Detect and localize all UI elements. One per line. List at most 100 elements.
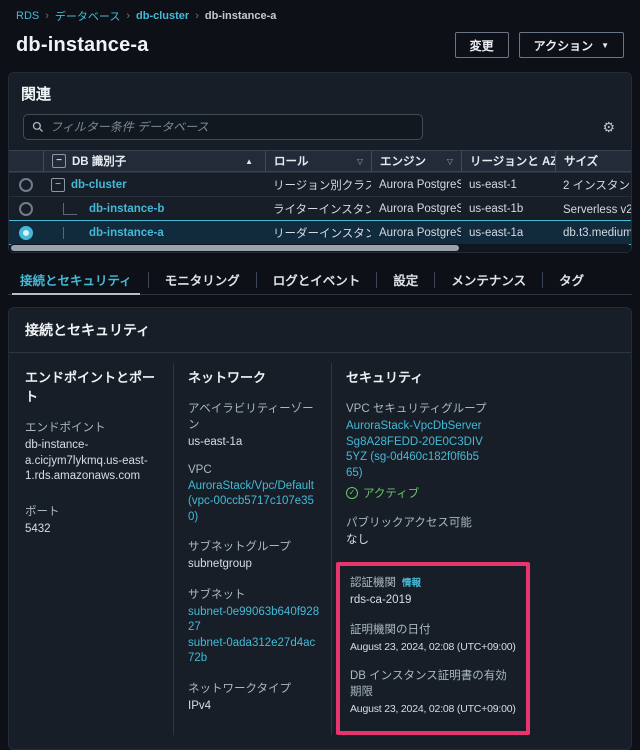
row-engine: Aurora PostgreSQL (371, 203, 461, 215)
certificate-authority-field: 認証機関 情報 rds-ca-2019 (350, 574, 516, 609)
collapse-all-icon[interactable]: − (52, 154, 66, 168)
filter-dropdown-icon[interactable]: ▽ (447, 157, 453, 166)
row-name-cell: db-instance-b (43, 203, 265, 215)
header-region-az: リージョンと AZ ▽ (461, 151, 555, 171)
tab-divider (434, 272, 435, 288)
subnet-group-value: subnetgroup (188, 557, 321, 573)
column-label: エンジン (380, 153, 426, 169)
tab-logs-events[interactable]: ログとイベント (269, 265, 365, 294)
tab-configuration[interactable]: 設定 (389, 265, 422, 294)
gear-icon[interactable]: ⚙ (600, 118, 617, 136)
header-role: ロール ▽ (265, 151, 371, 171)
check-circle-icon: ✓ (346, 487, 358, 499)
row-role: リーダーインスタンス (265, 225, 371, 241)
network-type-label: ネットワークタイプ (188, 680, 321, 696)
table-row[interactable]: db-instance-b ライターインスタンス Aurora PostgreS… (9, 196, 631, 220)
row-select-cell (9, 226, 43, 240)
network-type-field: ネットワークタイプ IPv4 (188, 680, 321, 715)
horizontal-scrollbar[interactable] (9, 244, 631, 252)
related-panel: 関連 ⚙ − DB 識別子 ▲ (8, 72, 632, 253)
port-value: 5432 (25, 522, 163, 538)
tab-divider (148, 272, 149, 288)
endpoint-value: db-instance-a.cicjym7lykmq.us-east-1.rds… (25, 438, 163, 485)
vpc-link[interactable]: AuroraStack/Vpc/Default (vpc-00ccb5717c1… (188, 479, 321, 526)
availability-zone-value: us-east-1a (188, 435, 321, 451)
db-instance-a-link[interactable]: db-instance-a (89, 227, 164, 239)
connectivity-security-title: 接続とセキュリティ (25, 320, 615, 340)
collapse-row-icon[interactable]: − (51, 178, 65, 192)
breadcrumb-link-db-cluster[interactable]: db-cluster (136, 10, 189, 22)
breadcrumb: RDS › データベース › db-cluster › db-instance-… (0, 6, 640, 26)
connectivity-security-panel: 接続とセキュリティ エンドポイントとポート エンドポイント db-instanc… (8, 307, 632, 750)
row-radio-selected[interactable] (19, 226, 33, 240)
ca-date-field: 証明機関の日付 August 23, 2024, 02:08 (UTC+09:0… (350, 621, 516, 654)
page-header: db-instance-a 変更 アクション ▼ (0, 26, 640, 60)
scrollbar-thumb[interactable] (11, 245, 459, 251)
header-actions: 変更 アクション ▼ (455, 32, 624, 58)
subnet-link[interactable]: subnet-0e99063b640f92827 (188, 605, 321, 636)
certificate-authority-highlight: 認証機関 情報 rds-ca-2019 証明機関の日付 August 23, 2… (336, 562, 530, 736)
subnet-group-label: サブネットグループ (188, 538, 321, 554)
security-group-label: VPC セキュリティグループ (346, 400, 493, 416)
tab-maintenance[interactable]: メンテナンス (447, 265, 530, 294)
vpc-field: VPC AuroraStack/Vpc/Default (vpc-00ccb57… (188, 464, 321, 526)
row-region-az: us-east-1b (461, 203, 555, 215)
tab-tags[interactable]: タグ (555, 265, 588, 294)
breadcrumb-separator-icon: › (126, 10, 130, 22)
tab-divider (256, 272, 257, 288)
endpoint-column-title: エンドポイントとポート (25, 367, 163, 405)
row-radio[interactable] (19, 202, 33, 216)
status-active-label: アクティブ (363, 485, 419, 501)
certificate-authority-value: rds-ca-2019 (350, 593, 516, 609)
row-engine: Aurora PostgreSQL (371, 179, 461, 191)
row-region-az: us-east-1a (461, 227, 555, 239)
row-select-cell (9, 202, 43, 216)
filter-row: ⚙ (21, 114, 619, 140)
filter-input[interactable] (50, 120, 414, 134)
modify-button[interactable]: 変更 (455, 32, 509, 58)
network-column: ネットワーク アベイラビリティーゾーン us-east-1a VPC Auror… (173, 363, 331, 735)
endpoint-label: エンドポイント (25, 419, 163, 435)
db-cluster-link[interactable]: db-cluster (71, 179, 127, 191)
row-radio[interactable] (19, 178, 33, 192)
row-name-cell: − db-cluster (43, 178, 265, 192)
header-select-cell (9, 151, 43, 171)
table-header-row: − DB 識別子 ▲ ロール ▽ エンジン ▽ リージョンと AZ ▽ サイ (9, 150, 631, 172)
breadcrumb-separator-icon: › (45, 10, 49, 22)
subnets-field: サブネット subnet-0e99063b640f92827 subnet-0a… (188, 586, 321, 667)
db-instance-b-link[interactable]: db-instance-b (89, 203, 164, 215)
public-access-value: なし (346, 533, 493, 549)
tab-monitoring[interactable]: モニタリング (161, 265, 244, 294)
security-column-title: セキュリティ (346, 367, 493, 386)
breadcrumb-link-rds[interactable]: RDS (16, 10, 39, 22)
endpoint-field: エンドポイント db-instance-a.cicjym7lykmq.us-ea… (25, 419, 163, 485)
connectivity-security-body: エンドポイントとポート エンドポイント db-instance-a.cicjym… (9, 353, 631, 749)
security-group-link[interactable]: AuroraStack-VpcDbServerSg8A28FEDD-20E0C3… (346, 419, 484, 481)
subnets-label: サブネット (188, 586, 321, 602)
row-size: Serverless v2 (0.5〜2 A (555, 201, 631, 217)
header-size: サイズ (555, 151, 631, 171)
cert-expiry-field: DB インスタンス証明書の有効期限 August 23, 2024, 02:08… (350, 667, 516, 716)
tab-connectivity-security[interactable]: 接続とセキュリティ (16, 265, 136, 294)
row-role: ライターインスタンス (265, 201, 371, 217)
table-row[interactable]: − db-cluster リージョン別クラスター Aurora PostgreS… (9, 172, 631, 196)
breadcrumb-link-databases[interactable]: データベース (55, 8, 120, 24)
column-label: DB 識別子 (72, 153, 126, 169)
subnet-link[interactable]: subnet-0ada312e27d4ac72b (188, 636, 321, 667)
filter-box (23, 114, 423, 140)
breadcrumb-separator-icon: › (195, 10, 199, 22)
vpc-label: VPC (188, 464, 321, 476)
rds-instance-detail-page: RDS › データベース › db-cluster › db-instance-… (0, 0, 640, 750)
port-field: ポート 5432 (25, 503, 163, 538)
row-size: db.t3.medium (555, 227, 631, 239)
info-link[interactable]: 情報 (402, 575, 421, 589)
page-title: db-instance-a (16, 34, 149, 57)
table-row-selected[interactable]: db-instance-a リーダーインスタンス Aurora PostgreS… (9, 220, 631, 244)
row-region-az: us-east-1 (461, 179, 555, 191)
cert-expiry-label: DB インスタンス証明書の有効期限 (350, 667, 516, 699)
availability-zone-field: アベイラビリティーゾーン us-east-1a (188, 400, 321, 451)
filter-dropdown-icon[interactable]: ▽ (357, 157, 363, 166)
actions-dropdown-button[interactable]: アクション ▼ (519, 32, 624, 58)
sort-asc-icon[interactable]: ▲ (245, 157, 253, 166)
header-engine: エンジン ▽ (371, 151, 461, 171)
